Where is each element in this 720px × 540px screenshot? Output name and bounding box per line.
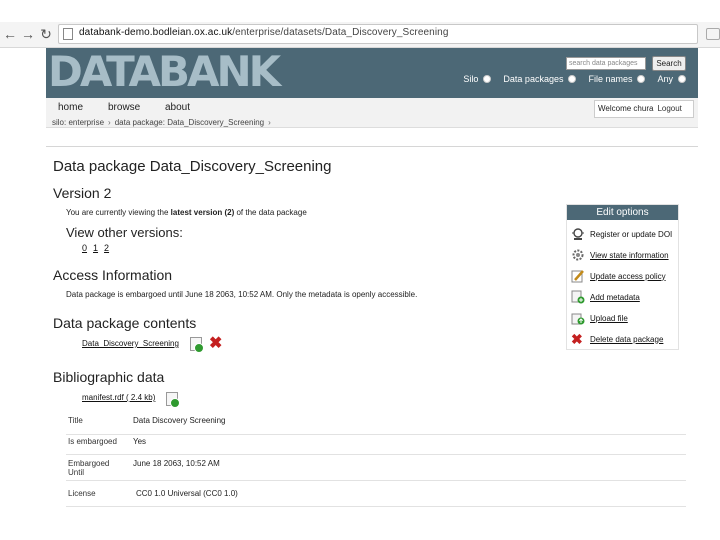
page-icon bbox=[63, 28, 73, 40]
nav-browse[interactable]: browse bbox=[108, 102, 140, 113]
upload-icon bbox=[571, 311, 585, 325]
breadcrumb-separator: › bbox=[108, 118, 111, 127]
bib-key: License bbox=[68, 489, 96, 498]
back-icon[interactable]: ← bbox=[2, 26, 18, 42]
search-scope-options: Silo Data packages File names Any bbox=[451, 74, 686, 84]
edit-options-panel: Edit options Register or update DOI View… bbox=[566, 204, 679, 350]
version-heading: Version 2 bbox=[53, 185, 112, 201]
bib-row-license: License CC0 1.0 Universal (CC0 1.0) bbox=[66, 481, 686, 507]
add-file-icon[interactable] bbox=[166, 392, 180, 408]
contents-file-link[interactable]: Data_Discovery_Screening bbox=[82, 339, 179, 348]
manifest-link[interactable]: manifest.rdf ( 2.4 kb) bbox=[82, 393, 155, 402]
nav-bar: home browse about silo: enterprise › data … bbox=[46, 98, 698, 128]
delete-icon: ✖ bbox=[571, 331, 583, 347]
header-divider bbox=[46, 146, 698, 147]
version-text: You are currently viewing the latest ver… bbox=[66, 208, 307, 217]
version-link-0[interactable]: 0 bbox=[82, 243, 87, 253]
pencil-icon bbox=[571, 269, 585, 283]
browser-toolbar: ← → ↻ databank-demo.bodleian.ox.ac.uk/en… bbox=[0, 22, 720, 48]
radio-dot-icon[interactable] bbox=[483, 75, 492, 83]
access-text: Data package is embargoed until June 18 … bbox=[66, 290, 418, 299]
search-input[interactable]: search data packages bbox=[566, 57, 646, 70]
bib-value: Data Discovery Screening bbox=[133, 416, 226, 425]
reload-icon[interactable]: ↻ bbox=[38, 26, 54, 42]
page-title: Data package Data_Discovery_Screening bbox=[53, 158, 332, 175]
add-file-icon[interactable] bbox=[190, 337, 204, 353]
bib-value: June 18 2063, 10:52 AM bbox=[133, 459, 220, 468]
radio-dot-icon[interactable] bbox=[568, 75, 577, 83]
nav-home[interactable]: home bbox=[58, 102, 83, 113]
bib-key: Embargoed Until bbox=[68, 459, 110, 477]
databank-logo[interactable]: DATABANK bbox=[48, 49, 281, 95]
bib-value[interactable]: CC0 1.0 Universal (CC0 1.0) bbox=[136, 489, 238, 498]
address-bar[interactable]: databank-demo.bodleian.ox.ac.uk/enterpri… bbox=[58, 24, 698, 44]
gear-icon bbox=[571, 248, 585, 262]
radio-dot-icon[interactable] bbox=[678, 75, 686, 83]
contents-heading: Data package contents bbox=[53, 315, 197, 331]
add-metadata-icon bbox=[571, 290, 585, 304]
breadcrumb: silo: enterprise › data package: Data_Disc… bbox=[52, 118, 275, 127]
logout-link[interactable]: Logout bbox=[657, 104, 681, 113]
welcome-text: Welcome chura bbox=[598, 104, 654, 113]
edit-upload-file[interactable]: Upload file bbox=[571, 311, 628, 325]
bib-row-embargoed: Is embargoed Yes bbox=[66, 435, 686, 455]
radio-any[interactable]: Any bbox=[657, 74, 686, 84]
edit-options-title: Edit options bbox=[567, 205, 678, 220]
breadcrumb-silo[interactable]: silo: enterprise bbox=[52, 118, 104, 127]
radio-dot-icon[interactable] bbox=[637, 75, 646, 83]
page-action-icon[interactable] bbox=[706, 28, 720, 40]
site-header: DATABANK search data packages Search Sil… bbox=[46, 48, 698, 98]
bibliographic-heading: Bibliographic data bbox=[53, 369, 165, 385]
search-button[interactable]: Search bbox=[652, 56, 686, 71]
edit-view-state[interactable]: View state information bbox=[571, 248, 669, 262]
radio-data-packages[interactable]: Data packages bbox=[503, 74, 577, 84]
url-text: databank-demo.bodleian.ox.ac.uk/enterpri… bbox=[79, 27, 449, 38]
doi-icon bbox=[571, 227, 585, 241]
delete-icon[interactable]: ✖ bbox=[209, 336, 222, 352]
radio-silo[interactable]: Silo bbox=[463, 74, 492, 84]
forward-icon[interactable]: → bbox=[20, 26, 36, 42]
bib-key: Title bbox=[68, 416, 83, 425]
edit-register-doi[interactable]: Register or update DOI bbox=[571, 227, 672, 241]
breadcrumb-separator: › bbox=[268, 118, 271, 127]
bib-key: Is embargoed bbox=[68, 437, 117, 446]
radio-file-names[interactable]: File names bbox=[588, 74, 646, 84]
access-heading: Access Information bbox=[53, 267, 173, 283]
user-box: Welcome chura Logout bbox=[594, 100, 694, 118]
edit-update-access[interactable]: Update access policy bbox=[571, 269, 666, 283]
edit-delete-package[interactable]: ✖ Delete data package bbox=[571, 332, 663, 346]
edit-add-metadata[interactable]: Add metadata bbox=[571, 290, 640, 304]
bib-row-title: Title Data Discovery Screening bbox=[66, 410, 686, 435]
breadcrumb-package[interactable]: data package: Data_Discovery_Screening bbox=[115, 118, 264, 127]
version-link-1[interactable]: 1 bbox=[93, 243, 98, 253]
version-links: 0 1 2 bbox=[82, 243, 109, 253]
bib-row-embargoed-until: Embargoed Until June 18 2063, 10:52 AM bbox=[66, 455, 686, 481]
bib-value: Yes bbox=[133, 437, 147, 446]
other-versions-heading: View other versions: bbox=[66, 225, 183, 240]
nav-about[interactable]: about bbox=[165, 102, 190, 113]
version-link-2[interactable]: 2 bbox=[104, 243, 109, 253]
